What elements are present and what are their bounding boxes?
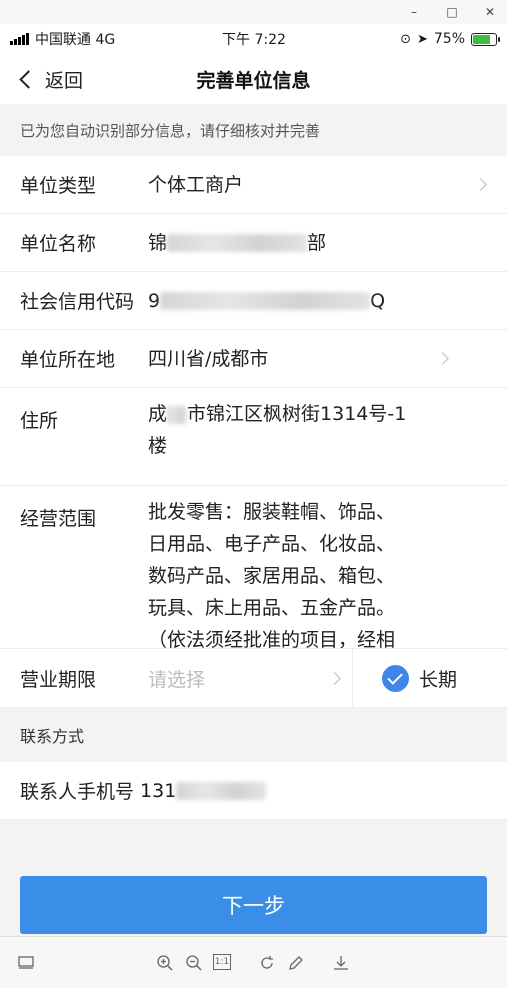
status-bar: 中国联通 4G 下午 7:22 ⊙ ➤ 75% bbox=[0, 24, 507, 54]
info-form: 单位类型 个体工商户 单位名称 锦部 社会信用代码 9Q 单位所在地 四川省/成… bbox=[0, 156, 507, 648]
redacted-text bbox=[160, 292, 371, 310]
location-label: 单位所在地 bbox=[20, 349, 116, 371]
unit-name-suffix: 部 bbox=[307, 231, 327, 254]
business-scope-value[interactable]: 批发零售：服装鞋帽、饰品、 日用品、电子产品、化妆品、 数码产品、家居用品、箱包… bbox=[148, 486, 507, 648]
minimize-button[interactable]: – bbox=[407, 5, 421, 19]
actual-size-icon[interactable]: 1:1 bbox=[213, 954, 231, 970]
window-title-bar: – □ ✕ bbox=[0, 0, 507, 24]
address-prefix: 成 bbox=[148, 403, 168, 425]
carrier-label: 中国联通 4G bbox=[35, 32, 116, 48]
period-label: 营业期限 bbox=[20, 668, 97, 691]
location-row[interactable]: 单位所在地 四川省/成都市 bbox=[0, 330, 507, 388]
location-icon: ➤ bbox=[416, 31, 428, 47]
redacted-text bbox=[167, 405, 188, 424]
back-button[interactable]: 返回 bbox=[19, 54, 84, 104]
business-scope-line: 批发零售：服装鞋帽、饰品、 bbox=[148, 501, 396, 523]
address-row[interactable]: 住所 成市锦江区枫树街1314号-1 楼 bbox=[0, 388, 507, 486]
rotation-lock-icon: ⊙ bbox=[400, 31, 411, 47]
location-value: 四川省/成都市 bbox=[148, 347, 269, 370]
phone-prefix: 131 bbox=[140, 779, 177, 802]
rotate-icon[interactable] bbox=[257, 953, 277, 973]
unit-name-value[interactable]: 锦部 bbox=[148, 227, 507, 259]
battery-percent: 75% bbox=[433, 31, 465, 47]
nav-bar: 返回 完善单位信息 bbox=[0, 54, 507, 104]
close-button[interactable]: ✕ bbox=[483, 5, 497, 19]
signal-icon bbox=[10, 33, 29, 45]
contact-section-title: 联系方式 bbox=[0, 708, 507, 762]
edit-icon[interactable] bbox=[286, 953, 306, 973]
contact-form: 联系人手机号 131 bbox=[0, 762, 507, 820]
unit-type-value: 个体工商户 bbox=[148, 173, 244, 196]
unit-type-row[interactable]: 单位类型 个体工商户 bbox=[0, 156, 507, 214]
download-icon[interactable] bbox=[331, 953, 351, 973]
chevron-left-icon bbox=[19, 69, 38, 89]
address-value[interactable]: 成市锦江区枫树街1314号-1 楼 bbox=[148, 388, 507, 462]
check-icon bbox=[382, 664, 409, 692]
battery-icon bbox=[471, 32, 500, 46]
unit-name-label: 单位名称 bbox=[20, 233, 97, 255]
long-term-checkbox[interactable]: 长期 bbox=[382, 664, 458, 692]
redacted-text bbox=[176, 782, 267, 800]
address-line2: 楼 bbox=[148, 435, 168, 457]
credit-code-suffix: Q bbox=[370, 289, 386, 312]
business-scope-label: 经营范围 bbox=[20, 508, 97, 530]
phone-row[interactable]: 联系人手机号 131 bbox=[0, 762, 507, 820]
credit-code-prefix: 9 bbox=[148, 289, 161, 312]
divider bbox=[352, 649, 353, 709]
maximize-button[interactable]: □ bbox=[445, 5, 459, 19]
business-scope-line: 数码产品、家居用品、箱包、 bbox=[148, 565, 396, 587]
credit-code-value[interactable]: 9Q bbox=[148, 285, 507, 317]
business-period-row: 营业期限 请选择 长期 bbox=[0, 648, 507, 709]
business-scope-row[interactable]: 经营范围 批发零售：服装鞋帽、饰品、 日用品、电子产品、化妆品、 数码产品、家居… bbox=[0, 486, 507, 648]
address-label: 住所 bbox=[20, 410, 59, 432]
credit-code-row[interactable]: 社会信用代码 9Q bbox=[0, 272, 507, 330]
back-label: 返回 bbox=[45, 69, 84, 92]
long-term-label: 长期 bbox=[419, 668, 458, 691]
address-line1: 市锦江区枫树街1314号-1 bbox=[187, 403, 407, 425]
page-title: 完善单位信息 bbox=[196, 69, 311, 92]
unit-name-prefix: 锦 bbox=[148, 231, 168, 254]
status-time: 下午 7:22 bbox=[222, 32, 286, 48]
zoom-out-icon[interactable] bbox=[184, 953, 204, 973]
phone-label: 联系人手机号 bbox=[20, 781, 135, 803]
unit-type-label: 单位类型 bbox=[20, 175, 97, 197]
auto-recognize-notice: 已为您自动识别部分信息，请仔细核对并完善 bbox=[0, 104, 507, 156]
redacted-text bbox=[167, 234, 308, 252]
business-scope-line: 玩具、床上用品、五金产品。 bbox=[148, 597, 396, 619]
credit-code-label: 社会信用代码 bbox=[20, 291, 135, 313]
screen-icon[interactable] bbox=[16, 953, 36, 973]
unit-name-row[interactable]: 单位名称 锦部 bbox=[0, 214, 507, 272]
phone-value[interactable]: 131 bbox=[140, 779, 267, 802]
image-viewer-toolbar: 1:1 bbox=[0, 936, 507, 988]
business-scope-line: （依法须经批准的项目，经相 bbox=[148, 629, 396, 648]
business-scope-line: 日用品、电子产品、化妆品、 bbox=[148, 533, 396, 555]
zoom-in-icon[interactable] bbox=[155, 953, 175, 973]
next-step-button[interactable]: 下一步 bbox=[20, 876, 487, 934]
